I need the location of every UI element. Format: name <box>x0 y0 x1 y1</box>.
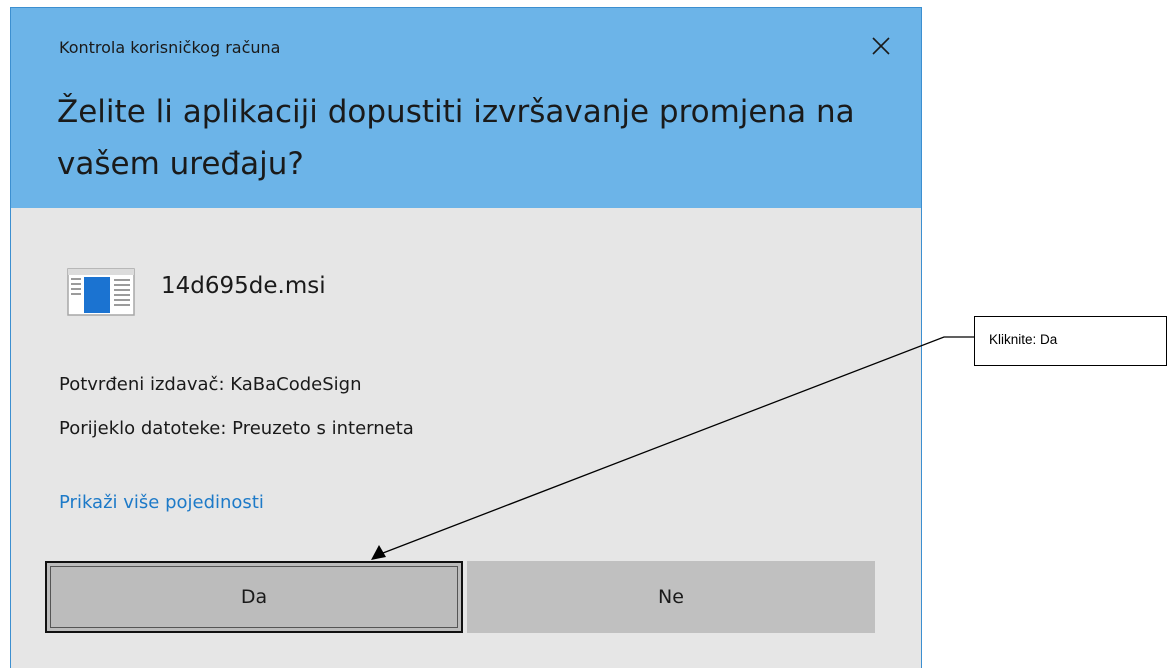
close-icon[interactable] <box>869 34 893 58</box>
show-more-details-link[interactable]: Prikaži više pojedinosti <box>59 492 264 513</box>
no-button[interactable]: Ne <box>467 561 875 633</box>
instruction-callout: Kliknite: Da <box>974 316 1167 366</box>
file-name: 14d695de.msi <box>161 273 326 299</box>
focus-border <box>50 566 458 628</box>
callout-text: Kliknite: Da <box>989 332 1058 347</box>
yes-button[interactable]: Da <box>45 561 463 633</box>
no-button-label: Ne <box>658 586 684 608</box>
screenshot-stage: Kontrola korisničkog računa Želite li ap… <box>0 0 1167 668</box>
uac-dialog: Kontrola korisničkog računa Želite li ap… <box>10 7 922 668</box>
file-origin: Porijeklo datoteke: Preuzeto s interneta <box>59 418 414 439</box>
window-title: Kontrola korisničkog računa <box>59 38 281 57</box>
dialog-headline: Želite li aplikaciji dopustiti izvršavan… <box>57 94 855 182</box>
installer-app-icon <box>67 268 135 316</box>
dialog-header: Kontrola korisničkog računa Želite li ap… <box>11 8 921 208</box>
verified-publisher: Potvrđeni izdavač: KaBaCodeSign <box>59 374 362 395</box>
